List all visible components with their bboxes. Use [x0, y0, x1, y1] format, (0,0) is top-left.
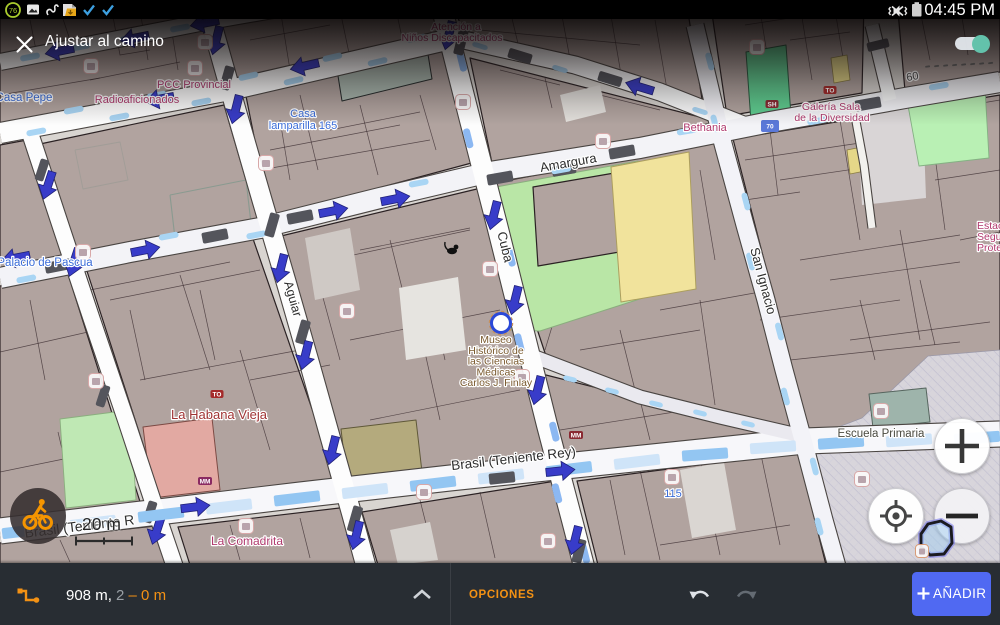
svg-text:MM: MM — [200, 479, 211, 486]
svg-text:Carlos J. Finlay: Carlos J. Finlay — [460, 377, 533, 389]
svg-text:Bethania: Bethania — [683, 122, 727, 134]
svg-text:Palacio de Pascua: Palacio de Pascua — [0, 257, 93, 269]
svg-text:Escuela Primaria: Escuela Primaria — [838, 428, 926, 440]
svg-text:115: 115 — [664, 488, 682, 500]
svg-text:PCC Provincial: PCC Provincial — [157, 79, 231, 91]
svg-text:Casa Pepe: Casa Pepe — [0, 92, 52, 104]
svg-text:70: 70 — [766, 124, 774, 131]
svg-text:Niños Discapacitados: Niños Discapacitados — [402, 32, 503, 44]
svg-text:lamparilla 165: lamparilla 165 — [269, 120, 337, 132]
svg-text:Protección: Protección — [977, 242, 1000, 254]
svg-text:TO: TO — [213, 392, 222, 399]
svg-text:de la Diversidad: de la Diversidad — [794, 112, 869, 124]
svg-text:76: 76 — [9, 6, 17, 15]
svg-text:Radioaficionados: Radioaficionados — [95, 94, 180, 106]
svg-text:60: 60 — [905, 70, 919, 84]
svg-text:La Habana Vieja: La Habana Vieja — [171, 407, 268, 422]
svg-text:La Comadrita: La Comadrita — [211, 534, 283, 548]
svg-text:TO: TO — [826, 88, 835, 95]
svg-text:Casa: Casa — [290, 108, 317, 120]
svg-text:SH: SH — [767, 102, 776, 109]
svg-text:MM: MM — [571, 433, 582, 440]
